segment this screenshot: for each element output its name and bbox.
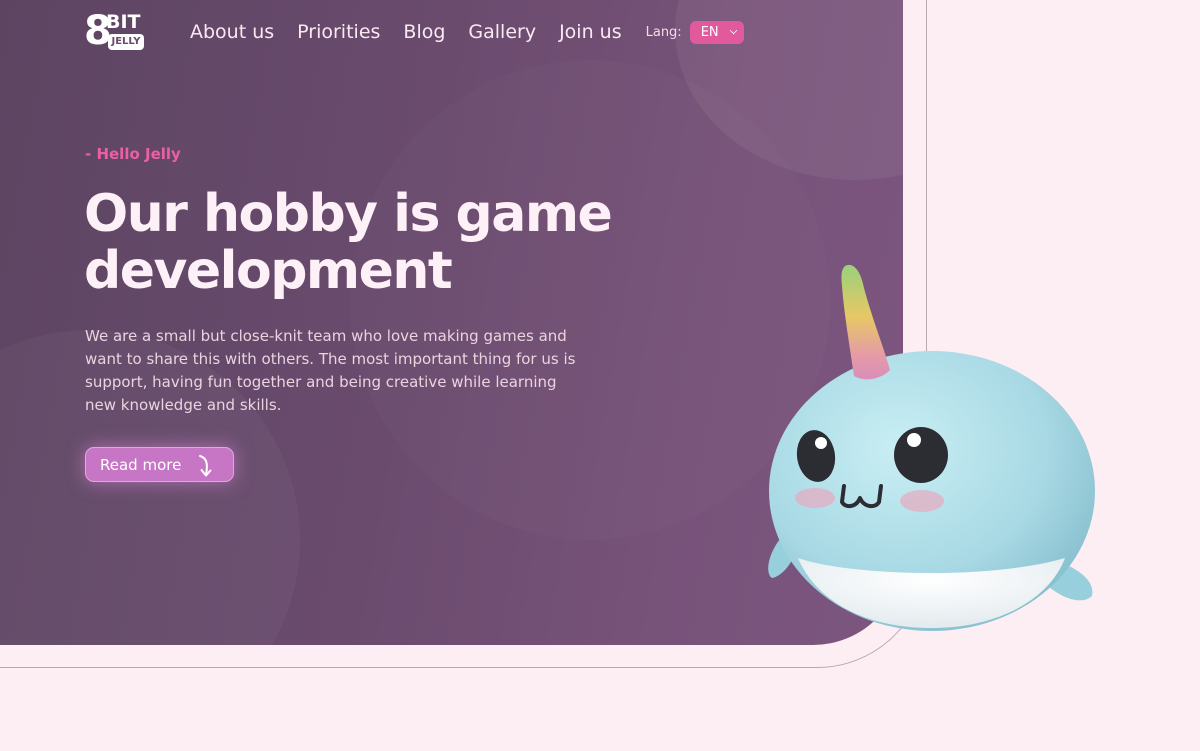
logo-word: BIT	[106, 11, 141, 33]
nav-item-gallery[interactable]: Gallery	[468, 18, 536, 46]
hero-description: We are a small but close-knit team who l…	[85, 327, 576, 414]
nav-item-about[interactable]: About us	[190, 18, 274, 46]
logo-sub: JELLY	[108, 34, 144, 50]
nav-item-blog[interactable]: Blog	[403, 18, 445, 46]
hero-eyebrow: - Hello Jelly	[85, 145, 181, 163]
read-more-button[interactable]: Read more	[85, 447, 234, 482]
language-select[interactable]: EN	[689, 20, 744, 44]
nav-item-priorities[interactable]: Priorities	[297, 18, 380, 46]
lang-value: EN	[700, 24, 719, 40]
arrow-down-curve-icon	[199, 455, 212, 477]
chevron-down-icon	[729, 26, 737, 34]
page-title: Our hobby is game development	[84, 184, 613, 301]
lang-label: Lang:	[645, 24, 682, 40]
main-nav: About us Priorities Blog Gallery Join us…	[190, 18, 744, 46]
brand-logo[interactable]: 8 BIT JELLY	[84, 8, 146, 54]
read-more-label: Read more	[100, 455, 182, 474]
nav-item-join[interactable]: Join us	[559, 18, 622, 46]
narwhal-mascot	[768, 264, 1095, 631]
